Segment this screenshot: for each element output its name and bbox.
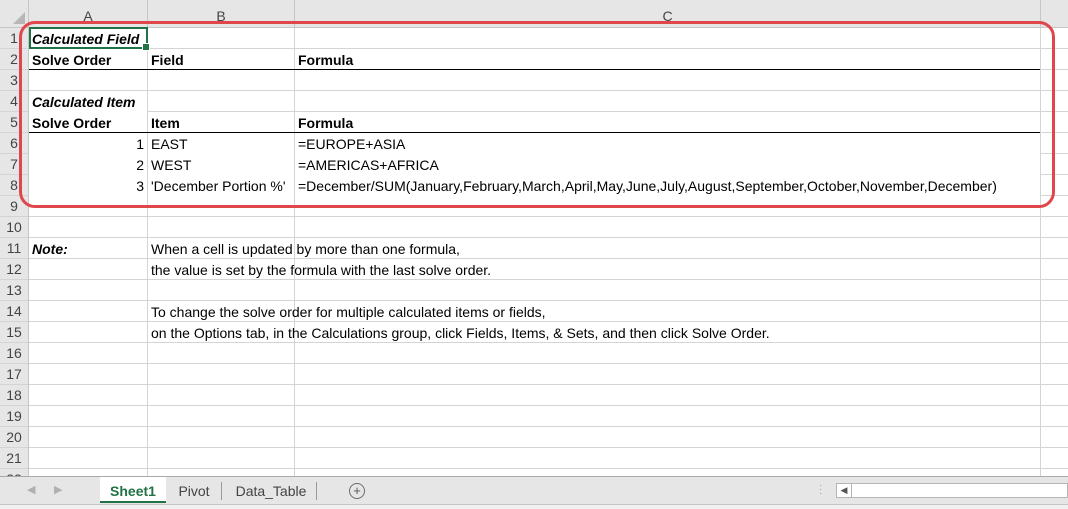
row-header[interactable]: 15 bbox=[0, 322, 28, 343]
prev-sheet-icon[interactable]: ◀ bbox=[27, 483, 35, 496]
sheet-tab-bar: ◀ ▶ Sheet1 Pivot Data_Table + · · · ◀ bbox=[0, 476, 1068, 509]
cell-a6[interactable]: 1 bbox=[29, 133, 147, 154]
gridline bbox=[29, 216, 1068, 217]
cell-c5[interactable]: Formula bbox=[295, 112, 1040, 133]
cell-b11[interactable]: When a cell is updated by more than one … bbox=[148, 238, 748, 259]
cell-b14[interactable]: To change the solve order for multiple c… bbox=[148, 301, 848, 322]
cell-b15[interactable]: on the Options tab, in the Calculations … bbox=[148, 322, 948, 343]
cell-c8[interactable]: =December/SUM(January,February,March,Apr… bbox=[295, 175, 1040, 196]
header-underline bbox=[29, 69, 1040, 70]
cell-b6[interactable]: EAST bbox=[148, 133, 294, 154]
row-header[interactable]: 21 bbox=[0, 448, 28, 469]
row-header[interactable]: 3 bbox=[0, 70, 28, 91]
cell-a11[interactable]: Note: bbox=[29, 238, 147, 259]
row-header[interactable]: 2 bbox=[0, 49, 28, 70]
status-strip bbox=[0, 504, 1068, 509]
add-sheet-icon[interactable]: + bbox=[349, 483, 365, 499]
cell-a2[interactable]: Solve Order bbox=[29, 49, 147, 70]
tab-separator bbox=[316, 482, 317, 500]
row-header[interactable]: 13 bbox=[0, 280, 28, 301]
next-sheet-icon[interactable]: ▶ bbox=[54, 483, 62, 496]
cell-a8[interactable]: 3 bbox=[29, 175, 147, 196]
cell-a4[interactable]: Calculated Item bbox=[29, 91, 147, 112]
row-header[interactable]: 7 bbox=[0, 154, 28, 175]
column-header-b[interactable]: B bbox=[148, 0, 295, 27]
column-header-bar: A B C bbox=[0, 0, 1068, 28]
column-header-a[interactable]: A bbox=[29, 0, 148, 27]
splitter-handle-icon[interactable]: · · · bbox=[819, 481, 822, 499]
row-header[interactable]: 14 bbox=[0, 301, 28, 322]
cell-c6[interactable]: =EUROPE+ASIA bbox=[295, 133, 1040, 154]
gridline bbox=[29, 447, 1068, 448]
row-header[interactable]: 18 bbox=[0, 385, 28, 406]
row-header[interactable]: 19 bbox=[0, 406, 28, 427]
select-all-triangle-icon bbox=[13, 12, 25, 24]
row-header[interactable]: 8 bbox=[0, 175, 28, 196]
cell-a7[interactable]: 2 bbox=[29, 154, 147, 175]
gridline bbox=[29, 405, 1068, 406]
row-header[interactable]: 17 bbox=[0, 364, 28, 385]
select-all-button[interactable] bbox=[0, 0, 29, 27]
horizontal-scrollbar[interactable]: ◀ bbox=[836, 483, 1068, 498]
tab-sheet1[interactable]: Sheet1 bbox=[100, 477, 166, 503]
fill-handle[interactable] bbox=[142, 43, 150, 51]
row-header[interactable]: 22 bbox=[0, 469, 28, 476]
gridline bbox=[29, 426, 1068, 427]
cell-b12[interactable]: the value is set by the formula with the… bbox=[148, 259, 748, 280]
row-header[interactable]: 4 bbox=[0, 91, 28, 112]
row-header[interactable]: 20 bbox=[0, 427, 28, 448]
cell-c2[interactable]: Formula bbox=[295, 49, 1040, 70]
tab-separator bbox=[221, 482, 222, 500]
cell-b8[interactable]: 'December Portion %' bbox=[148, 175, 294, 196]
row-header[interactable]: 16 bbox=[0, 343, 28, 364]
cell-a5[interactable]: Solve Order bbox=[29, 112, 147, 133]
selected-cell-outline bbox=[29, 27, 150, 51]
row-header[interactable]: 6 bbox=[0, 133, 28, 154]
row-header[interactable]: 11 bbox=[0, 238, 28, 259]
row-header[interactable]: 12 bbox=[0, 259, 28, 280]
cell-b2[interactable]: Field bbox=[148, 49, 294, 70]
cell-b5[interactable]: Item bbox=[148, 112, 294, 133]
cell-grid[interactable]: Calculated Field Solve Order Field Formu… bbox=[29, 28, 1068, 476]
gridline bbox=[1040, 28, 1041, 476]
tab-pivot[interactable]: Pivot bbox=[168, 477, 220, 503]
row-header[interactable]: 9 bbox=[0, 196, 28, 217]
row-header[interactable]: 5 bbox=[0, 112, 28, 133]
gridline bbox=[29, 90, 1068, 91]
scroll-left-icon[interactable]: ◀ bbox=[837, 484, 852, 497]
row-header[interactable]: 10 bbox=[0, 217, 28, 238]
cell-b7[interactable]: WEST bbox=[148, 154, 294, 175]
row-header-bar: 1 2 3 4 5 6 7 8 9 10 11 12 13 14 15 16 1… bbox=[0, 28, 29, 476]
row-header[interactable]: 1 bbox=[0, 28, 28, 49]
tab-data-table[interactable]: Data_Table bbox=[226, 477, 316, 503]
gridline bbox=[29, 384, 1068, 385]
cell-c7[interactable]: =AMERICAS+AFRICA bbox=[295, 154, 1040, 175]
gridline bbox=[29, 363, 1068, 364]
gridline bbox=[29, 468, 1068, 469]
column-header-c[interactable]: C bbox=[295, 0, 1041, 27]
